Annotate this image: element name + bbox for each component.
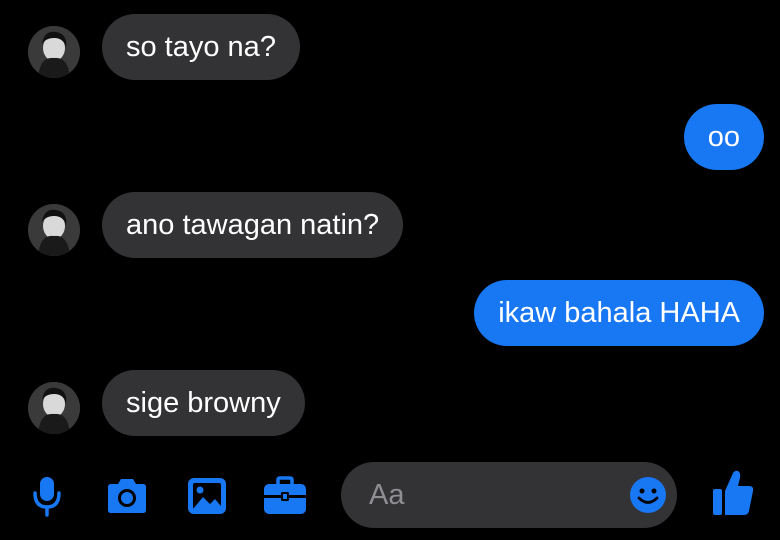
message-text: sige browny <box>126 386 281 419</box>
message-text: oo <box>707 120 740 153</box>
message-text: ikaw bahala HAHA <box>498 296 740 329</box>
message-bubble-outgoing[interactable]: oo <box>683 104 764 170</box>
thumbs-up-icon <box>713 470 754 515</box>
briefcase-button[interactable] <box>260 471 310 521</box>
avatar-photo <box>28 204 80 256</box>
message-bubble-outgoing[interactable]: ikaw bahala HAHA <box>474 280 764 346</box>
message-bubble-incoming[interactable]: so tayo na? <box>102 14 300 80</box>
camera-button[interactable] <box>102 471 152 521</box>
message-text: ano tawagan natin? <box>126 208 380 241</box>
camera-icon <box>108 479 146 513</box>
avatar[interactable] <box>28 382 80 434</box>
message-input[interactable]: Aa <box>341 462 677 528</box>
emoji-icon[interactable] <box>629 476 667 514</box>
briefcase-icon <box>264 476 306 514</box>
avatar[interactable] <box>28 26 80 78</box>
gallery-icon <box>188 478 226 514</box>
microphone-button[interactable] <box>22 471 72 521</box>
gallery-button[interactable] <box>182 471 232 521</box>
avatar[interactable] <box>28 204 80 256</box>
avatar-photo <box>28 382 80 434</box>
avatar-photo <box>28 26 80 78</box>
like-button[interactable] <box>708 468 758 518</box>
message-bubble-incoming[interactable]: sige browny <box>102 370 305 436</box>
message-bubble-incoming[interactable]: ano tawagan natin? <box>102 192 404 258</box>
microphone-icon <box>33 477 61 517</box>
message-text: so tayo na? <box>126 30 276 63</box>
message-input-placeholder: Aa <box>369 478 405 511</box>
